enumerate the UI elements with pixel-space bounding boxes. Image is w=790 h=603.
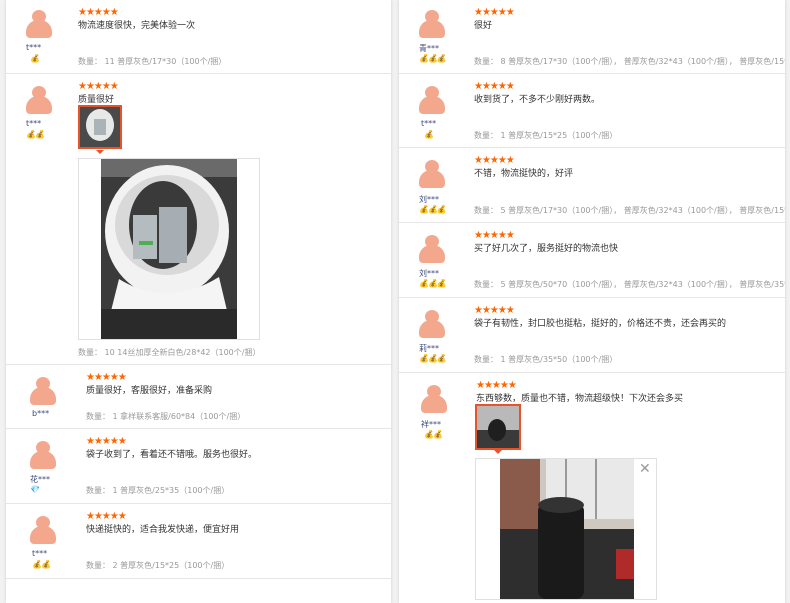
avatar — [28, 441, 58, 469]
avatar — [419, 385, 449, 413]
review-text: 东西够数，质量也不错，物流超级快！下次还会多买 — [476, 394, 684, 404]
review-text: 很好 — [474, 21, 493, 31]
username: 花*** — [30, 475, 50, 484]
buyer-level-badge: 💰💰💰 — [419, 354, 447, 363]
username: 莉*** — [419, 344, 439, 353]
review-column-left: t*** 💰 ★★★★★ 物流速度很快，完美体验一次 数量： 11 普厚灰色/1… — [6, 0, 391, 603]
order-info: 数量： 5 普厚灰色/17*30（100个/捆）， 普厚灰色/32*43（100… — [474, 206, 785, 215]
review-item: t*** 💰💰 ★★★★★ 质量很好 数量： 10 14丝加厚全新白色/28*4… — [6, 74, 391, 365]
review-text: 快递挺快的，适合我发快递，便宜好用 — [86, 525, 240, 535]
order-info: 数量： 1 普厚灰色/15*25（100个/捆） — [474, 131, 618, 140]
rating-stars: ★★★★★ — [78, 81, 119, 92]
rating-stars: ★★★★★ — [86, 436, 127, 447]
rating-stars: ★★★★★ — [474, 305, 515, 316]
review-item: 刘*** 💰💰💰 ★★★★★ 买了好几次了，服务挺好的物流也快 数量： 5 普厚… — [399, 223, 785, 298]
review-item: 莉*** 💰💰💰 ★★★★★ 袋子有韧性，封口胶也挺粘，挺好的，价格还不贵，还会… — [399, 298, 785, 373]
username: b*** — [32, 409, 50, 418]
buyer-level-badge: 💎 — [30, 485, 40, 494]
avatar — [24, 86, 54, 114]
review-column-right: 青*** 💰💰💰 ★★★★★ 很好 数量： 8 普厚灰色/17*30（100个/… — [399, 0, 785, 603]
review-item: 刘*** 💰💰💰 ★★★★★ 不错，物流挺快的，好评 数量： 5 普厚灰色/17… — [399, 148, 785, 223]
avatar — [28, 516, 58, 544]
rating-stars: ★★★★★ — [474, 155, 515, 166]
buyer-level-badge: 💰 — [30, 54, 40, 63]
buyer-level-badge: 💰💰 — [26, 130, 45, 139]
thumbnail-pointer — [494, 450, 502, 454]
review-photo-large[interactable] — [475, 458, 657, 600]
rating-stars: ★★★★★ — [86, 372, 127, 383]
review-text: 收到货了，不多不少刚好两数。 — [474, 95, 601, 105]
review-text: 质量很好，客服很好，准备采购 — [86, 386, 213, 396]
review-photo-thumbnail[interactable] — [78, 105, 122, 149]
avatar — [28, 377, 58, 405]
review-text: 质量很好 — [78, 95, 115, 105]
review-photo-thumbnail[interactable] — [475, 404, 521, 450]
review-item: b*** ★★★★★ 质量很好，客服很好，准备采购 数量： 1 拿样联系客服/6… — [6, 365, 391, 429]
username: 刘*** — [419, 269, 439, 278]
review-item: 祥*** 💰💰 ★★★★★ 东西够数，质量也不错，物流超级快！下次还会多买 ✕ — [399, 373, 785, 603]
review-item: t*** 💰💰 ★★★★★ 快递挺快的，适合我发快递，便宜好用 数量： 2 普厚… — [6, 504, 391, 579]
buyer-level-badge: 💰💰 — [424, 430, 443, 439]
buyer-level-badge: 💰💰 — [32, 560, 51, 569]
review-text: 不错，物流挺快的，好评 — [474, 169, 574, 179]
review-photo-large[interactable] — [78, 158, 260, 340]
review-item: 青*** 💰💰💰 ★★★★★ 很好 数量： 8 普厚灰色/17*30（100个/… — [399, 0, 785, 74]
order-info: 数量： 5 普厚灰色/50*70（100个/捆）， 普厚灰色/32*43（100… — [474, 280, 785, 289]
username: 刘*** — [419, 195, 439, 204]
buyer-level-badge: 💰 — [424, 130, 434, 139]
rating-stars: ★★★★★ — [474, 7, 515, 18]
rating-stars: ★★★★★ — [476, 380, 517, 391]
order-info: 数量： 1 普厚灰色/25*35（100个/捆） — [86, 486, 230, 495]
avatar — [417, 160, 447, 188]
rating-stars: ★★★★★ — [474, 230, 515, 241]
username: t*** — [421, 119, 437, 128]
order-info: 数量： 11 普厚灰色/17*30（100个/捆） — [78, 57, 227, 66]
order-info: 数量： 1 普厚灰色/35*50（100个/捆） — [474, 355, 618, 364]
rating-stars: ★★★★★ — [78, 7, 119, 18]
review-text: 袋子收到了，看着还不错哦。服务也很好。 — [86, 450, 258, 460]
close-icon[interactable]: ✕ — [639, 462, 651, 476]
thumbnail-pointer — [96, 150, 104, 154]
avatar — [417, 86, 447, 114]
username: t*** — [26, 119, 42, 128]
buyer-level-badge: 💰💰💰 — [419, 279, 447, 288]
rating-stars: ★★★★★ — [474, 81, 515, 92]
avatar — [417, 235, 447, 263]
avatar — [417, 10, 447, 38]
review-item: t*** 💰 ★★★★★ 收到货了，不多不少刚好两数。 数量： 1 普厚灰色/1… — [399, 74, 785, 148]
review-text: 袋子有韧性，封口胶也挺粘，挺好的，价格还不贵，还会再买的 — [474, 319, 727, 329]
order-info: 数量： 10 14丝加厚全新白色/28*42（100个/捆） — [78, 348, 261, 357]
review-text: 买了好几次了，服务挺好的物流也快 — [474, 244, 619, 254]
avatar — [417, 310, 447, 338]
order-info: 数量： 8 普厚灰色/17*30（100个/捆）， 普厚灰色/32*43（100… — [474, 57, 785, 66]
username: t*** — [32, 549, 48, 558]
review-item: 花*** 💎 ★★★★★ 袋子收到了，看着还不错哦。服务也很好。 数量： 1 普… — [6, 429, 391, 504]
buyer-level-badge: 💰💰💰 — [419, 54, 447, 63]
username: 青*** — [419, 44, 439, 53]
buyer-level-badge: 💰💰💰 — [419, 205, 447, 214]
username: t*** — [26, 43, 42, 52]
order-info: 数量： 1 拿样联系客服/60*84（100个/捆） — [86, 412, 246, 421]
review-item: t*** 💰 ★★★★★ 物流速度很快，完美体验一次 数量： 11 普厚灰色/1… — [6, 0, 391, 74]
avatar — [24, 10, 54, 38]
order-info: 数量： 2 普厚灰色/15*25（100个/捆） — [86, 561, 230, 570]
review-text: 物流速度很快，完美体验一次 — [78, 21, 196, 31]
username: 祥*** — [421, 420, 441, 429]
rating-stars: ★★★★★ — [86, 511, 127, 522]
